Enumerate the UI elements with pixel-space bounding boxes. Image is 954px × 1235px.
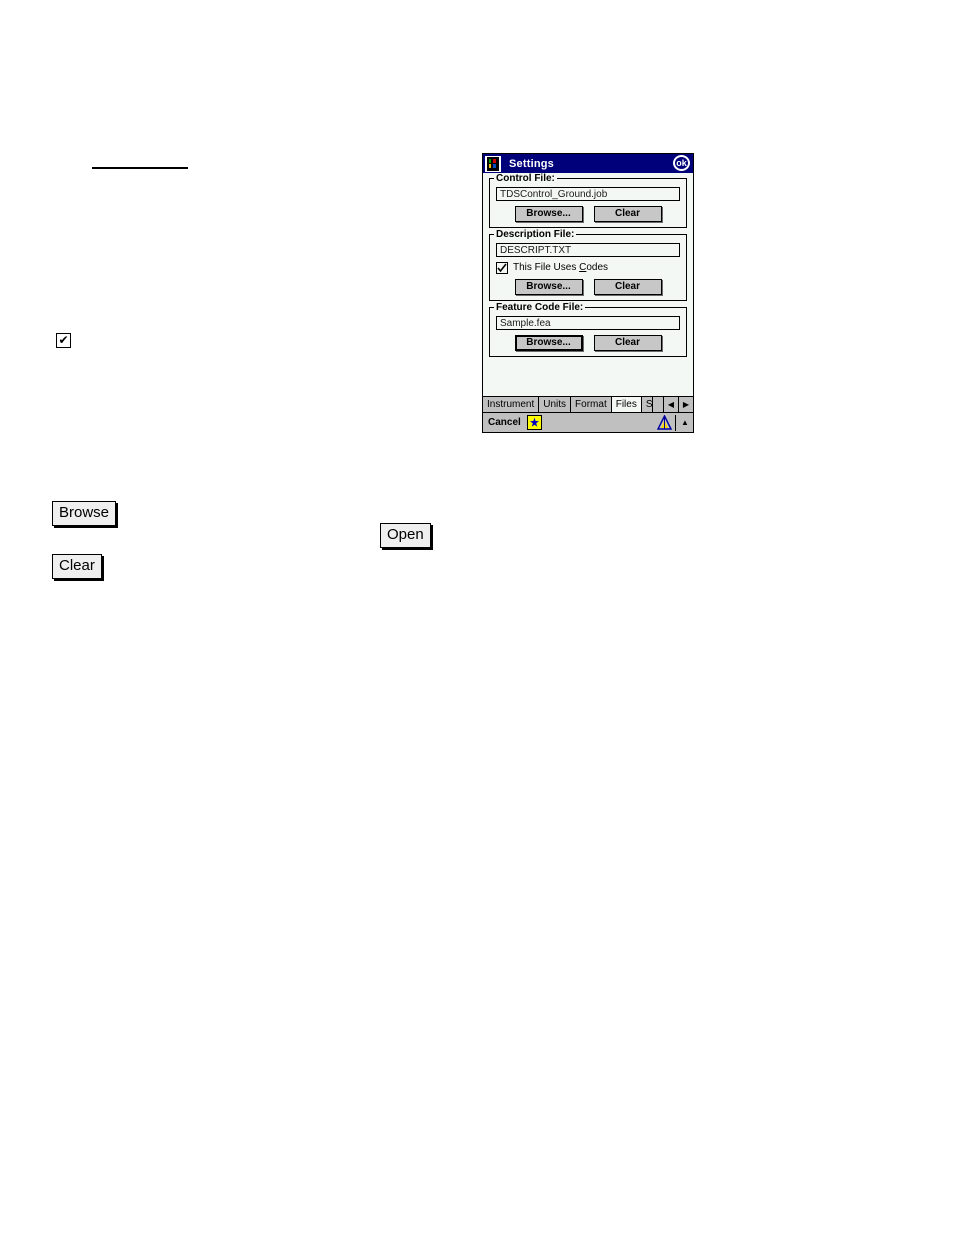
dialog-statusbar: Cancel ▲ [483, 412, 693, 432]
ok-button[interactable]: ok [673, 155, 690, 171]
group-label-description-file: Description File: [494, 229, 577, 240]
control-file-browse-button[interactable]: Browse... [514, 206, 583, 222]
statusbar-up-arrow-button[interactable]: ▲ [679, 415, 691, 431]
statusbar-right-group: ▲ [656, 414, 691, 431]
inline-browse-button-graphic: Browse [52, 501, 117, 526]
tab-scroll-left-button[interactable]: ◀ [663, 397, 678, 412]
description-file-input[interactable]: DESCRIPT.TXT [496, 243, 680, 257]
description-file-browse-button[interactable]: Browse... [514, 279, 583, 295]
control-file-clear-button[interactable]: Clear [593, 206, 662, 222]
settings-dialog-window: Settings ok Control File: TDSControl_Gro… [482, 153, 694, 433]
group-description-file: Description File: DESCRIPT.TXT This File… [489, 229, 687, 301]
statusbar-divider [675, 414, 676, 431]
inline-clear-button-graphic: Clear [52, 554, 102, 579]
dialog-body: Control File: TDSControl_Ground.job Brow… [483, 173, 693, 389]
feature-code-file-browse-button[interactable]: Browse... [514, 335, 583, 351]
tab-units[interactable]: Units [539, 397, 572, 412]
tab-files[interactable]: Files [611, 397, 642, 412]
tab-survey-partial[interactable]: S [641, 397, 653, 412]
this-file-uses-codes-checkbox[interactable] [496, 262, 508, 274]
inline-checkbox-glyph: ✔ [56, 333, 71, 348]
group-label-control-file: Control File: [494, 173, 557, 184]
description-file-clear-button[interactable]: Clear [593, 279, 662, 295]
input-panel-icon[interactable] [526, 415, 542, 430]
dialog-title: Settings [509, 157, 554, 170]
tab-instrument[interactable]: Instrument [483, 397, 540, 412]
cancel-button[interactable]: Cancel [488, 417, 521, 428]
this-file-uses-codes-row[interactable]: This File Uses Codes [496, 262, 680, 274]
tab-format[interactable]: Format [571, 397, 612, 412]
feature-code-file-input[interactable]: Sample.fea [496, 316, 680, 330]
group-label-feature-code-file: Feature Code File: [494, 302, 586, 313]
survey-tripod-icon[interactable] [656, 415, 672, 431]
tab-scroll-right-button[interactable]: ▶ [678, 397, 693, 412]
group-control-file: Control File: TDSControl_Ground.job Brow… [489, 173, 687, 228]
dialog-titlebar: Settings ok [483, 154, 693, 173]
control-file-input[interactable]: TDSControl_Ground.job [496, 187, 680, 201]
this-file-uses-codes-label: This File Uses Codes [513, 262, 609, 273]
dialog-tabstrip: Instrument Units Format Files S ◀ ▶ [483, 396, 693, 412]
inline-open-button-graphic: Open [380, 523, 431, 548]
horizontal-rule [92, 167, 188, 169]
feature-code-file-clear-button[interactable]: Clear [593, 335, 662, 351]
tab-scroll-arrows: ◀ ▶ [663, 397, 693, 412]
settings-app-icon [484, 154, 502, 173]
group-feature-code-file: Feature Code File: Sample.fea Browse... … [489, 302, 687, 357]
